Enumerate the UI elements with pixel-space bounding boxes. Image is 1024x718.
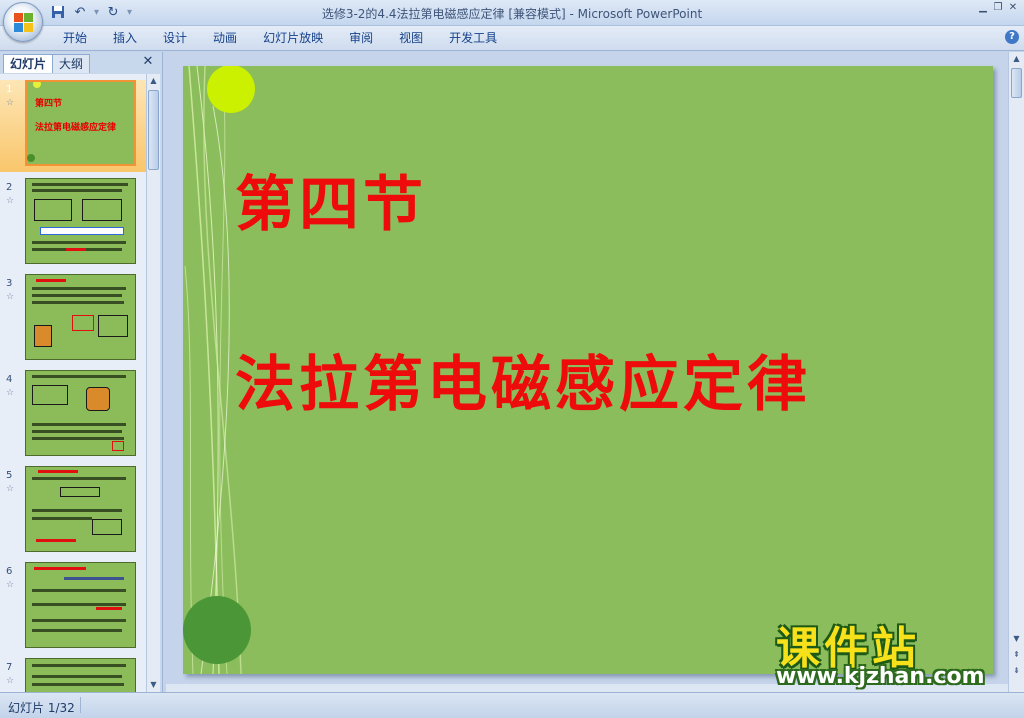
animation-star-icon: ☆ xyxy=(6,676,15,686)
thumbnail-list: 1 ☆ 第四节 法拉第电磁感应定律 2 ☆ 3 ☆ 4 ☆ 5 ☆ 6 ☆ 7 … xyxy=(0,74,146,692)
animation-star-icon: ☆ xyxy=(6,196,15,206)
tab-slides[interactable]: 幻灯片 xyxy=(3,54,54,73)
slide-thumbnail-6[interactable]: 6 ☆ xyxy=(0,562,146,654)
slide-preview xyxy=(25,562,136,648)
restore-icon[interactable]: ❐ xyxy=(991,2,1005,14)
thumb-title-line1: 第四节 xyxy=(35,99,63,109)
help-icon[interactable]: ? xyxy=(1005,30,1019,44)
slide-preview xyxy=(25,466,136,552)
minimize-icon[interactable]: ▁ xyxy=(976,2,990,14)
window-title: 选修3-2的4.4法拉第电磁感应定律 [兼容模式] - Microsoft Po… xyxy=(321,7,703,21)
slide-preview xyxy=(25,274,136,360)
animation-star-icon: ☆ xyxy=(6,580,15,590)
thumb-yellow-circle xyxy=(33,82,41,88)
green-circle xyxy=(183,596,251,664)
slide-number: 5 xyxy=(6,470,13,481)
close-icon[interactable]: ✕ xyxy=(1006,2,1020,14)
slide-number: 3 xyxy=(6,278,13,289)
animation-star-icon: ☆ xyxy=(6,292,15,302)
slide-thumbnail-4[interactable]: 4 ☆ xyxy=(0,370,146,462)
status-divider xyxy=(80,697,81,713)
slide-number: 2 xyxy=(6,182,13,193)
office-button[interactable] xyxy=(3,2,43,42)
tab-design[interactable]: 设计 xyxy=(150,30,200,47)
slide-preview xyxy=(25,658,136,692)
slide-scrollbar[interactable]: ▲ ▼ ⇞ ⇟ xyxy=(1008,52,1024,692)
scroll-down-icon[interactable]: ▼ xyxy=(1010,632,1023,646)
animation-star-icon: ☆ xyxy=(6,98,15,108)
slide-preview xyxy=(25,178,136,264)
animation-star-icon: ☆ xyxy=(6,484,15,494)
thumb-green-circle xyxy=(27,154,35,162)
ribbon: 开始 插入 设计 动画 幻灯片放映 审阅 视图 开发工具 ? xyxy=(0,26,1024,51)
slides-panel: 幻灯片 大纲 ✕ 1 ☆ 第四节 法拉第电磁感应定律 2 ☆ 3 ☆ 4 ☆ 5… xyxy=(0,52,163,692)
watermark: 课件站 www.kjzhan.com xyxy=(770,612,1010,692)
tab-review[interactable]: 审阅 xyxy=(336,30,386,47)
office-logo-icon xyxy=(14,13,34,33)
slide-thumbnail-2[interactable]: 2 ☆ xyxy=(0,178,146,270)
slide-thumbnail-7[interactable]: 7 ☆ xyxy=(0,658,146,692)
slide-thumbnail-5[interactable]: 5 ☆ xyxy=(0,466,146,558)
previous-slide-icon[interactable]: ⇞ xyxy=(1010,648,1023,662)
scroll-down-icon[interactable]: ▼ xyxy=(147,678,160,692)
slide-canvas[interactable]: 第四节 法拉第电磁感应定律 xyxy=(183,66,993,674)
ribbon-tabs: 开始 插入 设计 动画 幻灯片放映 审阅 视图 开发工具 xyxy=(50,30,510,47)
tab-home[interactable]: 开始 xyxy=(50,30,100,47)
slide-title-line2[interactable]: 法拉第电磁感应定律 xyxy=(235,336,811,423)
thumb-title-line2: 法拉第电磁感应定律 xyxy=(35,123,117,133)
title-bar: ↶ ▾ ↻ ▾ 选修3-2的4.4法拉第电磁感应定律 [兼容模式] - Micr… xyxy=(0,0,1024,42)
slide-editor: 第四节 法拉第电磁感应定律 xyxy=(166,52,1008,692)
slide-thumbnail-1[interactable]: 1 ☆ 第四节 法拉第电磁感应定律 xyxy=(0,80,146,172)
animation-star-icon: ☆ xyxy=(6,388,15,398)
slide-thumbnail-3[interactable]: 3 ☆ xyxy=(0,274,146,366)
thumbnail-scrollbar[interactable]: ▲ ▼ xyxy=(146,74,160,692)
tab-slideshow[interactable]: 幻灯片放映 xyxy=(250,30,336,47)
panel-close-icon[interactable]: ✕ xyxy=(141,55,155,69)
slide-preview: 第四节 法拉第电磁感应定律 xyxy=(25,80,136,166)
scroll-up-icon[interactable]: ▲ xyxy=(147,74,160,88)
slide-title-line1[interactable]: 第四节 xyxy=(235,156,427,243)
slide-number: 4 xyxy=(6,374,13,385)
scroll-up-icon[interactable]: ▲ xyxy=(1010,52,1023,66)
watermark-url: www.kjzhan.com xyxy=(776,664,985,689)
next-slide-icon[interactable]: ⇟ xyxy=(1010,664,1023,678)
yellow-circle xyxy=(207,66,255,113)
tab-developer[interactable]: 开发工具 xyxy=(436,30,510,47)
tab-outline[interactable]: 大纲 xyxy=(52,54,91,73)
slide-preview xyxy=(25,370,136,456)
window-controls: ▁ ❐ ✕ xyxy=(976,2,1020,14)
panel-tabs: 幻灯片 大纲 xyxy=(3,54,91,74)
tab-insert[interactable]: 插入 xyxy=(100,30,150,47)
tab-view[interactable]: 视图 xyxy=(386,30,436,47)
slide-counter: 幻灯片 1/32 xyxy=(8,701,75,715)
slide-number: 1 xyxy=(6,84,13,95)
scrollbar-thumb[interactable] xyxy=(148,90,159,170)
tab-animations[interactable]: 动画 xyxy=(200,30,250,47)
slide-number: 7 xyxy=(6,662,13,673)
status-bar: 幻灯片 1/32 xyxy=(0,692,1024,718)
slide-number: 6 xyxy=(6,566,13,577)
scrollbar-thumb[interactable] xyxy=(1011,68,1022,98)
